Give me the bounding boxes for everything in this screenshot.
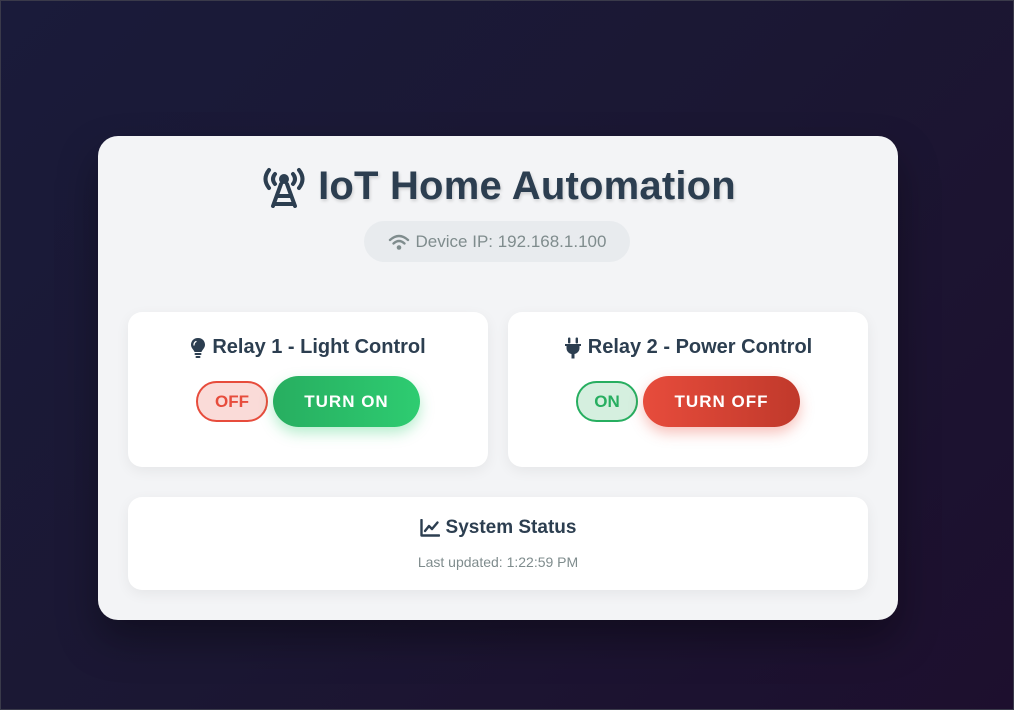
- relay-controls: ON TURN OFF: [508, 376, 868, 427]
- relay-card-2: Relay 2 - Power Control ON TURN OFF: [508, 312, 868, 467]
- relay-title: Relay 2 - Power Control: [508, 336, 868, 359]
- page-title: IoT Home Automation: [318, 164, 736, 208]
- device-ip-text: Device IP: 192.168.1.100: [415, 231, 607, 251]
- main-card: IoT Home Automation Device IP: 192.168.1…: [98, 136, 898, 620]
- lightbulb-icon: [190, 337, 206, 359]
- relay-title: Relay 1 - Light Control: [128, 336, 488, 359]
- header: IoT Home Automation: [98, 164, 898, 209]
- broadcast-tower-icon: [260, 166, 308, 208]
- system-status-panel: System Status Last updated: 1:22:59 PM: [128, 497, 868, 590]
- line-chart-icon: [419, 519, 440, 537]
- system-status-heading: System Status: [128, 517, 868, 539]
- turn-on-button[interactable]: TURN ON: [273, 376, 420, 427]
- relay-card-1: Relay 1 - Light Control OFF TURN ON: [128, 312, 488, 467]
- relay-status-badge: OFF: [196, 381, 268, 422]
- relay-title-text: Relay 2 - Power Control: [587, 336, 813, 358]
- turn-off-button[interactable]: TURN OFF: [643, 376, 800, 427]
- relay-controls: OFF TURN ON: [128, 376, 488, 427]
- device-ip-badge: Device IP: 192.168.1.100: [364, 221, 630, 262]
- wifi-icon: [388, 233, 410, 251]
- relay-status-badge: ON: [576, 381, 638, 422]
- last-updated-text: Last updated: 1:22:59 PM: [417, 554, 579, 570]
- system-status-title: System Status: [445, 517, 577, 538]
- plug-icon: [564, 337, 582, 359]
- relay-title-text: Relay 1 - Light Control: [212, 336, 426, 358]
